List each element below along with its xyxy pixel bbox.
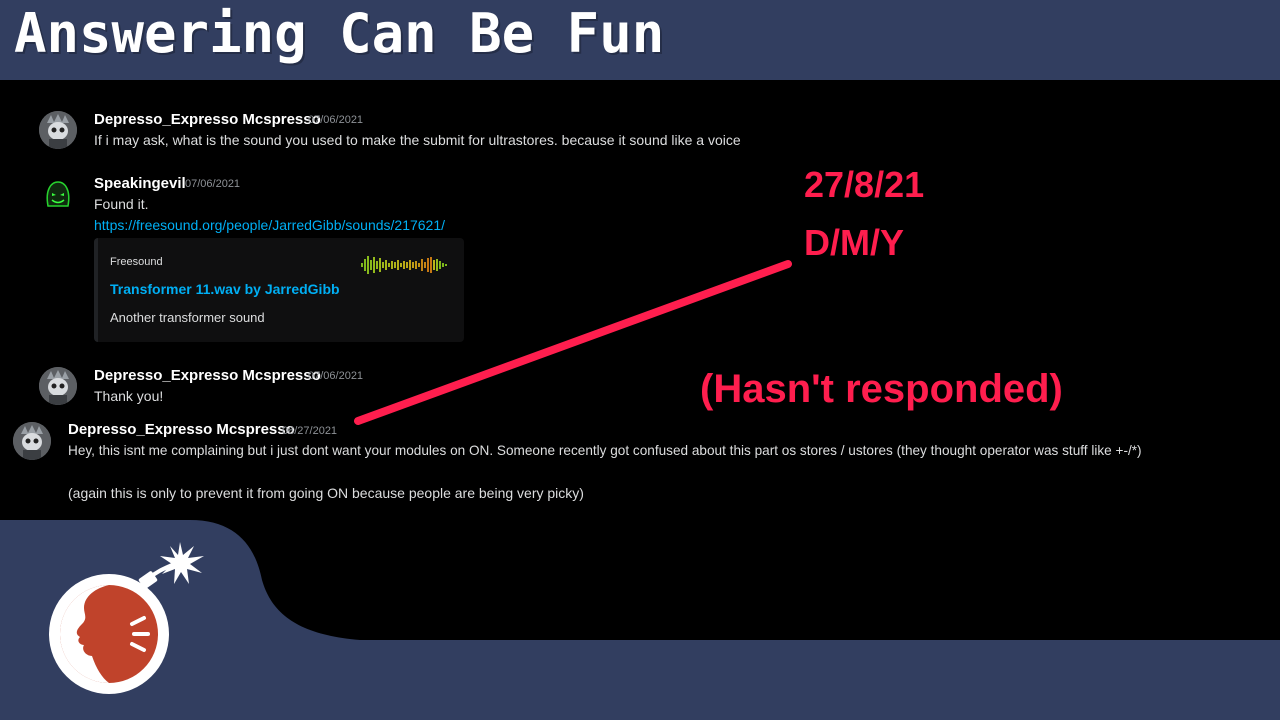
annotation-date-format: D/M/Y [804,222,905,263]
bomb-speaking-face-logo-icon [49,542,204,694]
annotation-no-response: (Hasn't responded) [700,367,1063,411]
annotation-date: 27/8/21 [804,164,925,205]
